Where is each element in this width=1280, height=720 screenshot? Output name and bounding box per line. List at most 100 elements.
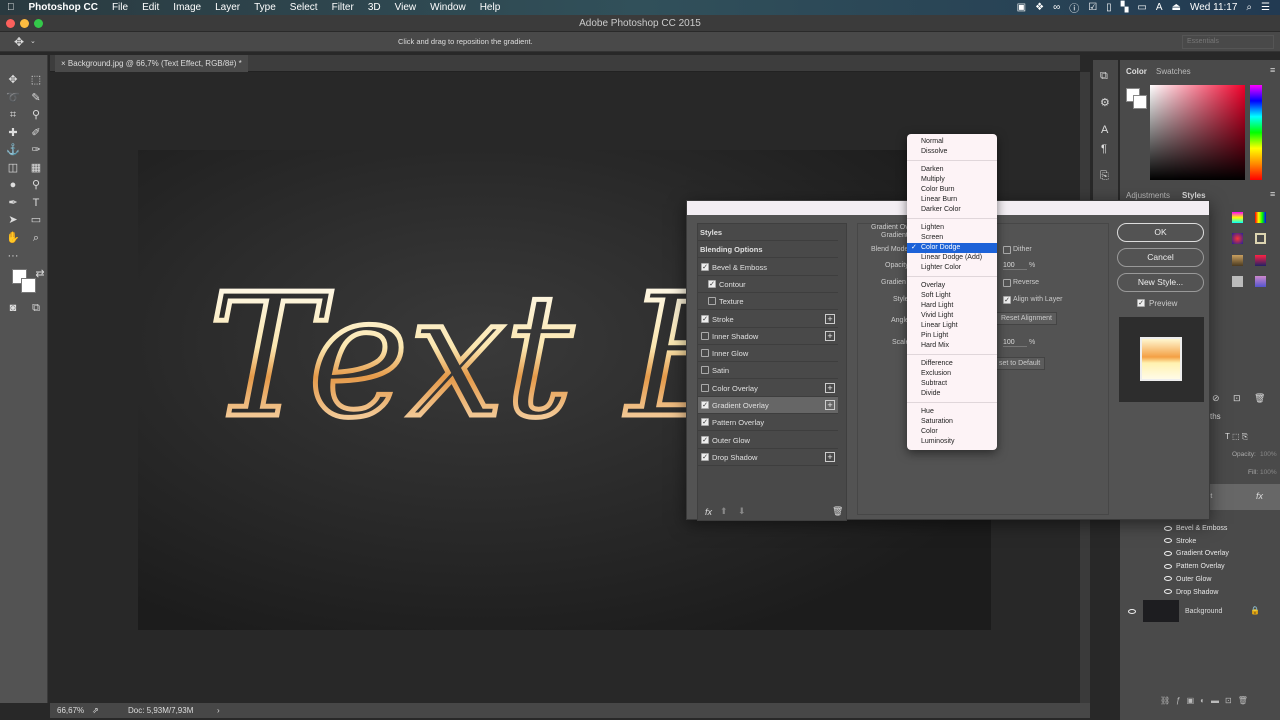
tab-paths[interactable]: ths xyxy=(1210,412,1221,421)
menu-select[interactable]: Select xyxy=(283,2,325,13)
hand-tool-icon[interactable]: ✋ xyxy=(6,231,20,245)
style-item-bevel-emboss[interactable]: ✓ Bevel & Emboss xyxy=(698,259,838,276)
eye-icon[interactable] xyxy=(1164,563,1172,569)
style-item-color-overlay[interactable]: Color Overlay + xyxy=(698,380,838,397)
zoom-window-button[interactable] xyxy=(34,19,43,28)
eraser-icon[interactable]: ◫ xyxy=(6,161,20,175)
chevron-right-icon[interactable]: › xyxy=(217,703,220,718)
layer-effect-item[interactable]: Drop Shadow xyxy=(1164,587,1280,599)
style-checkbox[interactable] xyxy=(708,297,716,306)
lasso-tool-icon[interactable]: ➰ xyxy=(6,91,20,105)
eyedropper-icon[interactable]: ⚲ xyxy=(29,108,43,122)
blend-option-color[interactable]: Color xyxy=(907,427,997,437)
move-up-icon[interactable]: ⬆ xyxy=(720,506,728,517)
menu-3d[interactable]: 3D xyxy=(361,2,388,13)
notification-center-icon[interactable]: ☰ xyxy=(1261,2,1270,13)
style-checkbox[interactable]: ✓ xyxy=(701,452,709,461)
style-swatch[interactable] xyxy=(1232,255,1243,266)
eye-icon[interactable] xyxy=(1164,525,1172,531)
fx-icon[interactable]: fx xyxy=(705,507,712,517)
lock-icon[interactable]: 🔒 xyxy=(1250,606,1260,615)
layer-effect-item[interactable]: Outer Glow xyxy=(1164,574,1280,586)
style-checkbox[interactable] xyxy=(701,366,709,375)
opacity-input[interactable]: 100% xyxy=(1260,451,1277,458)
style-checkbox[interactable]: ✓ xyxy=(701,418,709,427)
add-effect-icon[interactable]: + xyxy=(825,400,835,410)
document-tab[interactable]: × Background.jpg @ 66,7% (Text Effect, R… xyxy=(55,55,248,72)
background-color[interactable] xyxy=(21,278,36,293)
blend-option-darker-color[interactable]: Darker Color xyxy=(907,205,997,215)
blend-option-difference[interactable]: Difference xyxy=(907,359,997,369)
shape-tool-icon[interactable]: ▭ xyxy=(29,213,43,227)
dither-checkbox[interactable] xyxy=(1003,246,1011,254)
layer-effect-item[interactable]: Stroke xyxy=(1164,536,1280,548)
style-swatch[interactable] xyxy=(1255,233,1266,244)
style-checkbox[interactable] xyxy=(701,331,709,340)
close-tab-icon[interactable]: × xyxy=(61,59,68,68)
blend-option-overlay[interactable]: Overlay xyxy=(907,281,997,291)
gradient-tool-icon[interactable]: ▦ xyxy=(29,161,43,175)
spaces-icon[interactable]: ▚ xyxy=(1121,2,1129,13)
type-tool-icon[interactable]: T xyxy=(29,196,43,210)
brush-tool-icon[interactable]: ✐ xyxy=(29,126,43,140)
color-field[interactable] xyxy=(1150,85,1245,180)
tasks-icon[interactable]: ☑ xyxy=(1088,2,1097,13)
trash-icon[interactable]: 🗑 xyxy=(1254,393,1265,404)
apple-icon[interactable]:  xyxy=(0,2,22,13)
style-item-styles[interactable]: Styles xyxy=(698,224,838,241)
share-icon[interactable]: ⇗ xyxy=(92,703,99,718)
new-style-button[interactable]: New Style... xyxy=(1117,273,1204,292)
add-effect-icon[interactable]: + xyxy=(825,330,835,341)
style-item-outer-glow[interactable]: ✓ Outer Glow xyxy=(698,432,838,449)
opacity-input[interactable]: 100 xyxy=(1003,262,1027,270)
style-item-gradient-overlay[interactable]: ✓ Gradient Overlay + xyxy=(698,397,838,414)
eye-icon[interactable] xyxy=(1164,551,1172,557)
eye-icon[interactable] xyxy=(1164,589,1172,595)
menu-edit[interactable]: Edit xyxy=(135,2,166,13)
creative-cloud-icon[interactable]: ∞ xyxy=(1053,2,1060,13)
mouse-icon[interactable]: ▯ xyxy=(1106,2,1112,13)
style-swatch[interactable] xyxy=(1255,276,1266,287)
move-tool-icon[interactable]: ✥ xyxy=(6,73,20,87)
add-effect-icon[interactable]: + xyxy=(825,382,835,393)
eye-icon[interactable] xyxy=(1164,576,1172,582)
layer-effect-item[interactable]: Pattern Overlay xyxy=(1164,561,1280,573)
panel-menu-icon[interactable]: ≡ xyxy=(1270,189,1275,199)
menu-help[interactable]: Help xyxy=(473,2,508,13)
background-color-swatch[interactable] xyxy=(1133,95,1147,109)
style-swatch[interactable] xyxy=(1232,276,1243,287)
add-effect-icon[interactable]: + xyxy=(825,313,835,324)
menu-image[interactable]: Image xyxy=(166,2,208,13)
facetime-icon[interactable]: ▣ xyxy=(1017,2,1026,13)
minimize-window-button[interactable] xyxy=(20,19,29,28)
blend-option-exclusion[interactable]: Exclusion xyxy=(907,369,997,379)
style-checkbox[interactable]: ✓ xyxy=(701,314,709,323)
glyphs-icon[interactable]: ⎘ xyxy=(1100,170,1109,183)
blend-option-darken[interactable]: Darken xyxy=(907,165,997,175)
blend-option-pin-light[interactable]: Pin Light xyxy=(907,331,997,341)
history-brush-icon[interactable]: ✑ xyxy=(29,143,43,157)
blend-option-linear-light[interactable]: Linear Light xyxy=(907,321,997,331)
reverse-checkbox[interactable] xyxy=(1003,279,1011,287)
menu-view[interactable]: View xyxy=(388,2,424,13)
blend-option-subtract[interactable]: Subtract xyxy=(907,379,997,389)
marquee-tool-icon[interactable]: ⬚ xyxy=(29,73,43,87)
blend-option-soft-light[interactable]: Soft Light xyxy=(907,291,997,301)
clone-stamp-icon[interactable]: ⚓ xyxy=(6,143,20,157)
reset-alignment-button[interactable]: Reset Alignment xyxy=(996,312,1057,325)
fx-icon[interactable]: fx xyxy=(1256,491,1263,501)
character-icon[interactable]: A xyxy=(1101,124,1108,136)
menu-filter[interactable]: Filter xyxy=(325,2,361,13)
fill-input[interactable]: 100% xyxy=(1260,469,1277,476)
blend-option-hard-light[interactable]: Hard Light xyxy=(907,301,997,311)
history-icon[interactable]: ⧉ xyxy=(1100,70,1108,83)
style-item-inner-glow[interactable]: Inner Glow xyxy=(698,345,838,363)
style-item-contour[interactable]: ✓ Contour xyxy=(698,276,838,293)
style-swatch[interactable] xyxy=(1232,212,1243,223)
blend-option-lighter-color[interactable]: Lighter Color xyxy=(907,263,997,273)
blend-option-normal[interactable]: Normal xyxy=(907,137,997,147)
style-checkbox[interactable]: ✓ xyxy=(701,435,709,444)
eye-icon[interactable] xyxy=(1164,538,1172,544)
blur-tool-icon[interactable]: ● xyxy=(6,178,20,192)
blend-option-dissolve[interactable]: Dissolve xyxy=(907,147,997,157)
